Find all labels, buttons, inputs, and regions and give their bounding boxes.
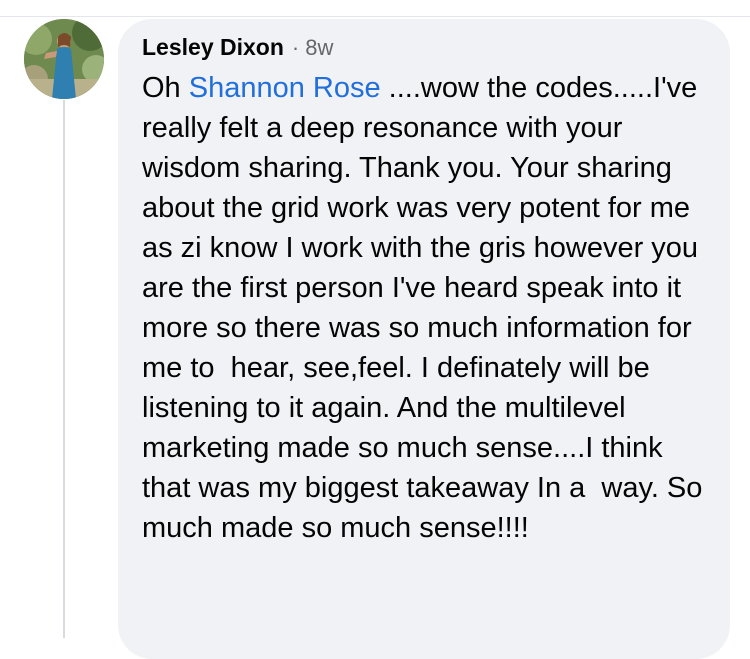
comment-text-body: ....wow the codes.....I've really felt a… [142,72,711,544]
comment-bubble: Lesley Dixon · 8w Oh Shannon Rose ....wo… [118,19,730,659]
reply-thread-line [63,100,65,638]
meta-separator: · [291,35,300,60]
comment-text: Oh Shannon Rose ....wow the codes.....I'… [142,68,714,548]
author-name[interactable]: Lesley Dixon [142,34,284,61]
top-divider [0,16,750,17]
avatar[interactable] [24,19,104,99]
comment-text-prefix: Oh [142,72,189,104]
comment-meta: Lesley Dixon · 8w [142,34,710,68]
profile-photo-icon [24,19,104,99]
comment-timestamp[interactable]: 8w [305,35,333,61]
mention-link[interactable]: Shannon Rose [189,72,381,104]
